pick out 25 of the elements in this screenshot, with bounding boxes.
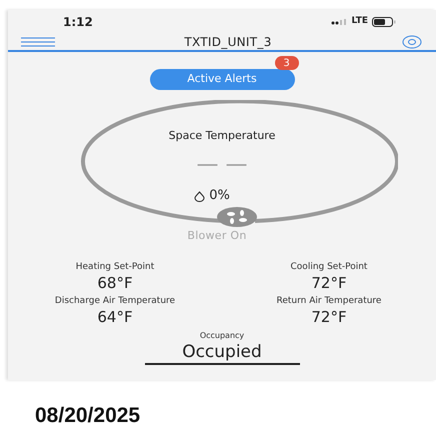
occupancy-value: Occupied [182, 342, 262, 362]
signal-icon [331, 19, 348, 25]
reading-value: 64°F [97, 308, 133, 326]
gauge-title: Space Temperature [168, 128, 276, 144]
window-title: TXTID_UNIT_3 [184, 34, 272, 51]
occupancy-label: Occupancy [200, 330, 244, 342]
reading-value: 72°F [311, 308, 347, 326]
menu-icon[interactable] [21, 37, 55, 47]
reading-label: Cooling Set-Point [290, 262, 368, 274]
reading-value: 68°F [97, 274, 133, 292]
reading-label: Heating Set-Point [76, 262, 154, 274]
humidity-icon [194, 190, 206, 202]
active-alerts-button[interactable]: Active Alerts [150, 68, 294, 90]
network-label: LTE [351, 15, 368, 28]
temperature-value: — — [196, 154, 248, 176]
date-text: 08/20/2025 [35, 403, 142, 429]
reading-label: Return Air Temperature [276, 296, 382, 308]
alert-count-badge: 3 [274, 56, 298, 70]
battery-icon [372, 17, 396, 27]
reading-label: Discharge Air Temperature [54, 296, 176, 308]
status-time: 1:12 [63, 14, 93, 31]
fan-icon[interactable] [217, 206, 257, 227]
humidity-value: 0% [209, 187, 230, 206]
reading-value: 72°F [311, 274, 347, 292]
blower-status: Blower On [187, 228, 247, 244]
